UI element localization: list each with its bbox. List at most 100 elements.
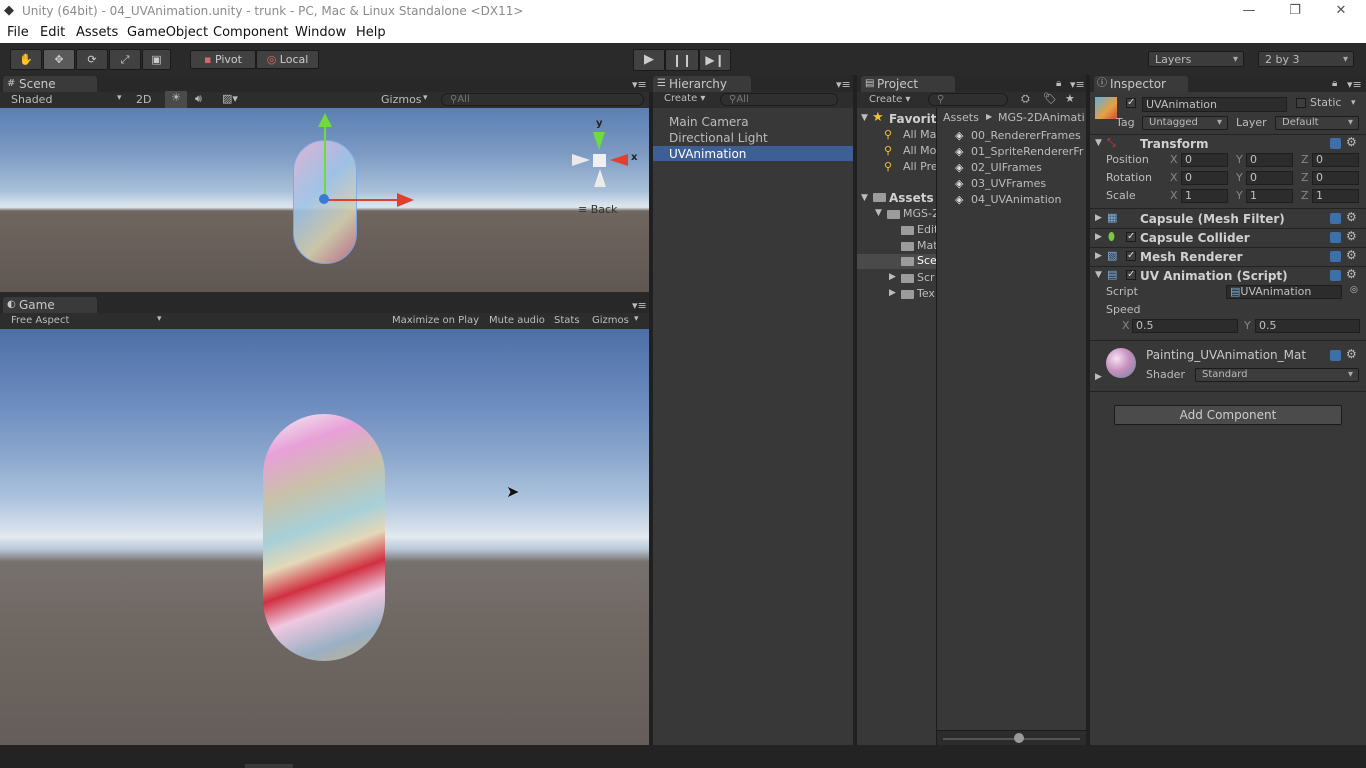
active-checkbox[interactable]: ✓ bbox=[1126, 98, 1136, 108]
renderer-fold-icon[interactable]: ▶ bbox=[1095, 251, 1102, 261]
hierarchy-item[interactable]: Directional Light bbox=[653, 130, 853, 145]
rotation-z-field[interactable]: 0 bbox=[1312, 171, 1359, 185]
breadcrumb-assets[interactable]: Assets bbox=[943, 111, 979, 124]
layers-dropdown[interactable]: Layers bbox=[1148, 51, 1244, 67]
layer-dropdown[interactable]: Default bbox=[1275, 116, 1359, 130]
collider-fold-icon[interactable]: ▶ bbox=[1095, 232, 1102, 242]
script-field[interactable]: ▤UVAnimation bbox=[1226, 285, 1342, 299]
static-checkbox[interactable] bbox=[1296, 98, 1306, 108]
game-panel-menu-icon[interactable]: ▾≡ bbox=[632, 299, 647, 312]
project-tree-item[interactable]: ▶ Scr bbox=[889, 271, 936, 286]
scene-panel-menu-icon[interactable]: ▾≡ bbox=[632, 78, 647, 91]
position-z-field[interactable]: 0 bbox=[1312, 153, 1359, 167]
hierarchy-search-input[interactable]: ⚲All bbox=[720, 93, 838, 106]
scene-gizmos-dropdown[interactable]: Gizmos bbox=[381, 93, 422, 106]
asset-file[interactable]: ◈ 03_UVFrames bbox=[955, 177, 1086, 192]
orientation-gizmo-x-cone[interactable] bbox=[610, 154, 628, 166]
speed-x-field[interactable]: 0.5 bbox=[1132, 319, 1238, 333]
menu-window[interactable]: Window bbox=[295, 25, 346, 40]
gear-icon[interactable]: ⚙ bbox=[1346, 347, 1357, 361]
shading-dropdown[interactable]: Shaded bbox=[11, 93, 52, 106]
speed-y-field[interactable]: 0.5 bbox=[1255, 319, 1360, 333]
position-y-field[interactable]: 0 bbox=[1246, 153, 1293, 167]
move-gizmo-x-arrow[interactable] bbox=[397, 193, 414, 207]
help-icon[interactable] bbox=[1330, 138, 1341, 149]
step-button[interactable]: ▶❙ bbox=[699, 49, 731, 71]
tab-scene[interactable]: # Scene bbox=[3, 76, 97, 92]
asset-file[interactable]: ◈ 00_RendererFrames bbox=[955, 129, 1086, 144]
status-resize-handle[interactable] bbox=[245, 764, 293, 768]
orientation-gizmo-y-cone[interactable] bbox=[593, 132, 605, 150]
project-tree-item[interactable]: Edit bbox=[899, 223, 936, 238]
shader-dropdown[interactable]: Standard bbox=[1195, 368, 1359, 382]
gear-icon[interactable]: ⚙ bbox=[1346, 267, 1357, 281]
material-name[interactable]: Painting_UVAnimation_Mat bbox=[1146, 348, 1306, 362]
menu-file[interactable]: File bbox=[7, 25, 29, 40]
restore-icon[interactable]: ❐ bbox=[1285, 3, 1305, 18]
play-button[interactable]: ▶ bbox=[633, 49, 665, 71]
collider-enabled-checkbox[interactable]: ✓ bbox=[1126, 232, 1136, 242]
orientation-gizmo-cube[interactable] bbox=[593, 154, 606, 167]
capsule-collider-title[interactable]: Capsule Collider bbox=[1140, 231, 1250, 245]
slider-thumb[interactable] bbox=[1014, 733, 1024, 743]
scene-viewport[interactable]: y x ≡ Back bbox=[0, 108, 649, 292]
favorite-item[interactable]: ⚲ All Pre bbox=[884, 160, 936, 175]
minimize-icon[interactable]: — bbox=[1239, 3, 1259, 18]
rotate-tool-icon[interactable]: ⟳ bbox=[76, 49, 108, 70]
transform-fold-icon[interactable]: ▼ bbox=[1095, 138, 1102, 148]
move-tool-icon[interactable]: ✥ bbox=[43, 49, 75, 70]
mode-2d-toggle[interactable]: 2D bbox=[136, 93, 151, 106]
help-icon[interactable] bbox=[1330, 270, 1341, 281]
scale-x-field[interactable]: 1 bbox=[1181, 189, 1228, 203]
gear-icon[interactable]: ⚙ bbox=[1346, 210, 1357, 224]
rect-tool-icon[interactable]: ▣ bbox=[142, 49, 171, 70]
tab-hierarchy[interactable]: ☰ Hierarchy bbox=[653, 76, 751, 92]
inspector-lock-icon[interactable]: 🔒︎ bbox=[1332, 78, 1337, 89]
pause-button[interactable]: ❙❙ bbox=[665, 49, 699, 71]
favorite-item[interactable]: ⚲ All Mo bbox=[884, 144, 936, 159]
hierarchy-create-dropdown[interactable]: Create ▾ bbox=[664, 93, 705, 104]
asset-file[interactable]: ◈ 01_SpriteRendererFr bbox=[955, 145, 1086, 160]
rotation-y-field[interactable]: 0 bbox=[1246, 171, 1293, 185]
hierarchy-panel-menu-icon[interactable]: ▾≡ bbox=[836, 78, 851, 91]
material-fold-icon[interactable]: ▶ bbox=[1095, 372, 1102, 382]
object-picker-icon[interactable]: ◎ bbox=[1350, 285, 1358, 295]
layout-dropdown[interactable]: 2 by 3 bbox=[1258, 51, 1354, 67]
script-enabled-checkbox[interactable]: ✓ bbox=[1126, 270, 1136, 280]
favorites-fold-icon[interactable]: ▼ bbox=[861, 113, 868, 123]
filter-by-type-icon[interactable]: ⛭ bbox=[1021, 92, 1030, 106]
lighting-toggle-icon[interactable]: ☀ bbox=[165, 91, 187, 108]
project-tree-item[interactable]: Mat bbox=[899, 239, 936, 254]
scale-z-field[interactable]: 1 bbox=[1312, 189, 1359, 203]
static-chevron-down-icon[interactable]: ▾ bbox=[1351, 98, 1356, 108]
asset-file[interactable]: ◈ 02_UIFrames bbox=[955, 161, 1086, 176]
uv-animation-script-title[interactable]: UV Animation (Script) bbox=[1140, 269, 1288, 283]
local-toggle[interactable]: ◎ Local bbox=[256, 50, 319, 69]
project-search-input[interactable]: ⚲ bbox=[928, 93, 1008, 106]
renderer-enabled-checkbox[interactable]: ✓ bbox=[1126, 251, 1136, 261]
help-icon[interactable] bbox=[1330, 232, 1341, 243]
orientation-gizmo-negx-cone[interactable] bbox=[572, 154, 590, 166]
object-name-field[interactable]: UVAnimation bbox=[1142, 97, 1287, 112]
help-icon[interactable] bbox=[1330, 213, 1341, 224]
pivot-toggle[interactable]: ▪ Pivot bbox=[190, 50, 256, 69]
menu-help[interactable]: Help bbox=[356, 25, 386, 40]
tab-game[interactable]: ◐ Game bbox=[3, 297, 97, 313]
tag-dropdown[interactable]: Untagged bbox=[1142, 116, 1228, 130]
hierarchy-item[interactable]: Main Camera bbox=[653, 114, 853, 129]
close-icon[interactable]: ✕ bbox=[1331, 3, 1351, 18]
help-icon[interactable] bbox=[1330, 350, 1341, 361]
material-preview-sphere[interactable] bbox=[1106, 348, 1136, 378]
hand-tool-icon[interactable]: ✋ bbox=[10, 49, 42, 70]
tab-inspector[interactable]: ⓘ Inspector bbox=[1094, 76, 1188, 92]
favorites-label[interactable]: Favorit bbox=[889, 112, 936, 126]
tab-project[interactable]: ▤ Project bbox=[861, 76, 955, 92]
project-panel-menu-icon[interactable]: ▾≡ bbox=[1070, 78, 1085, 91]
gear-icon[interactable]: ⚙ bbox=[1346, 135, 1357, 149]
menu-component[interactable]: Component bbox=[213, 25, 288, 40]
transform-title[interactable]: Transform bbox=[1140, 137, 1208, 151]
hierarchy-item-selected[interactable]: UVAnimation bbox=[653, 146, 853, 161]
move-gizmo-y-arrow[interactable] bbox=[318, 113, 332, 127]
mute-audio-toggle[interactable]: Mute audio bbox=[489, 315, 545, 326]
project-tree-item[interactable]: ▶ Tex bbox=[889, 287, 936, 302]
